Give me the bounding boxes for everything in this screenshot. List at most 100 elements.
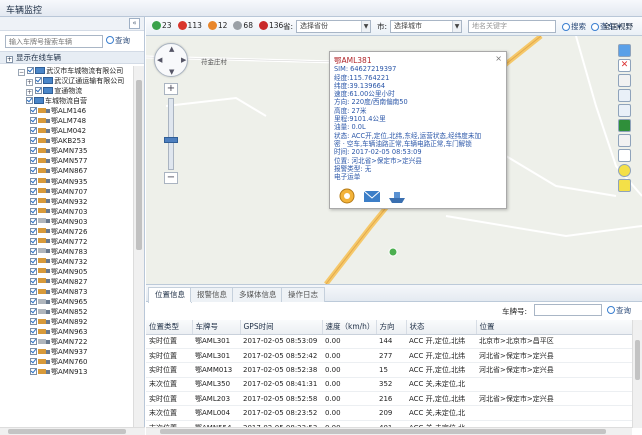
expand-icon[interactable]: + (26, 79, 33, 87)
zoom-out-button[interactable]: − (164, 172, 178, 184)
table-row[interactable]: 实时位置 鄂AMM013 2017-02-05 08:52:38 0.00 15 ACC … (146, 362, 632, 378)
expand-icon[interactable]: − (18, 69, 25, 76)
checkbox[interactable] (30, 207, 37, 215)
zoom-in-button[interactable]: + (164, 83, 178, 95)
tree-org-node[interactable]: − 武汉市车城物流有限公司 (0, 66, 134, 76)
tree-vehicle-node[interactable]: 鄂AMN707 (0, 187, 134, 197)
tree-vehicle-node[interactable]: 鄂AMN892 (0, 317, 134, 327)
checkbox[interactable] (30, 217, 37, 225)
expand-icon[interactable]: + (26, 89, 33, 97)
track-replay-icon[interactable] (338, 188, 356, 204)
tree-vehicle-node[interactable]: 鄂AMN913 (0, 367, 134, 377)
tab-alarm-info[interactable]: 报警信息 (190, 287, 234, 302)
tree-hscrollbar[interactable] (0, 427, 145, 435)
checkbox[interactable] (30, 167, 37, 175)
zoom-out-tool-icon[interactable] (618, 104, 631, 117)
tree-vehicle-node[interactable]: 鄂AMN722 (0, 337, 134, 347)
table-row[interactable]: 实时位置 鄂AML301 2017-02-05 08:52:42 0.00 277 ACC… (146, 348, 632, 364)
vehicle-query-button[interactable]: 查询 (106, 35, 130, 46)
table-row[interactable]: 实时位置 鄂AML203 2017-02-05 08:52:58 0.00 216 ACC… (146, 391, 632, 407)
checkbox[interactable] (30, 368, 37, 376)
tree-vehicle-node[interactable]: 鄂AMN735 (0, 146, 134, 156)
tree-vehicle-node[interactable]: 鄂AMN852 (0, 307, 134, 317)
checkbox[interactable] (30, 107, 37, 115)
plate-query-button[interactable]: 查询 (607, 305, 631, 316)
tree-vehicle-node[interactable]: 鄂AMN905 (0, 267, 134, 277)
tree-vehicle-node[interactable]: 鄂AMN965 (0, 297, 134, 307)
checkbox[interactable] (30, 147, 37, 155)
tree-vehicle-node[interactable]: 鄂AMN963 (0, 327, 134, 337)
map-canvas[interactable]: 苻金庄村 ▲ ▼ ◀ ▶ + − × 鄂AML381 SIM: 646272193… (146, 36, 642, 284)
tree-vehicle-node[interactable]: 鄂AMN827 (0, 277, 134, 287)
tree-vehicle-node[interactable]: 鄂AKB253 (0, 136, 134, 146)
pan-left-icon[interactable]: ◀ (157, 56, 162, 64)
checkbox[interactable] (35, 87, 43, 95)
tree-vehicle-node[interactable]: 鄂AMN935 (0, 177, 134, 187)
column-header[interactable]: 速度（km/h） (322, 320, 377, 335)
ship-icon[interactable] (388, 188, 406, 204)
tree-org-node[interactable]: 车城物流自营 (0, 96, 134, 106)
checkbox[interactable] (30, 187, 37, 195)
pan-control[interactable]: ▲ ▼ ◀ ▶ (154, 43, 188, 77)
plate-filter-input[interactable] (534, 304, 602, 316)
checkbox[interactable] (30, 358, 37, 366)
checkbox[interactable] (30, 328, 37, 336)
checkbox[interactable] (35, 77, 43, 85)
status-count[interactable]: 12 (207, 21, 227, 30)
city-select[interactable]: 选择城市 ▼ (390, 20, 462, 33)
checkbox[interactable] (30, 308, 37, 316)
tree-vehicle-node[interactable]: 鄂ALM748 (0, 116, 134, 126)
scrollbar-thumb[interactable] (635, 340, 640, 380)
map-search-button[interactable]: 搜索 (562, 21, 586, 32)
column-header[interactable]: GPS时间 (240, 320, 323, 335)
table-hscrollbar[interactable] (146, 427, 632, 435)
checkbox[interactable] (30, 267, 37, 275)
tree-vehicle-node[interactable]: 鄂AMN772 (0, 237, 134, 247)
pan-right-icon[interactable]: ▶ (181, 56, 186, 64)
checkbox[interactable] (26, 97, 33, 105)
tree-vehicle-node[interactable]: 鄂ALM146 (0, 106, 134, 116)
checkbox[interactable] (30, 298, 37, 306)
checkbox[interactable] (30, 237, 37, 245)
column-header[interactable]: 车牌号 (192, 320, 241, 335)
scrollbar-thumb[interactable] (160, 429, 606, 434)
status-count[interactable]: 113 (177, 21, 202, 30)
zoom-slider[interactable] (164, 98, 178, 170)
tree-vehicle-node[interactable]: 鄂AMN937 (0, 347, 134, 357)
checkbox[interactable] (30, 177, 37, 185)
checkbox[interactable] (30, 348, 37, 356)
status-count[interactable]: 23 (152, 21, 172, 30)
tree-vehicle-node[interactable]: 鄂AMN932 (0, 197, 134, 207)
place-keyword-input[interactable]: 地名关键字 (468, 20, 556, 33)
refresh-tool-icon[interactable] (618, 119, 631, 132)
fullscreen-button[interactable]: 全国视野 (603, 21, 633, 32)
close-icon[interactable]: × (495, 54, 502, 63)
status-count[interactable]: 68 (233, 21, 253, 30)
pan-down-icon[interactable]: ▼ (169, 68, 174, 76)
column-header[interactable]: 位置 (476, 320, 633, 335)
tab-position-info[interactable]: 位置信息 (148, 287, 192, 303)
checkbox[interactable] (30, 127, 37, 135)
tree-vehicle-node[interactable]: 鄂AMN903 (0, 217, 134, 227)
zoom-slider-handle[interactable] (164, 137, 178, 143)
scrollbar-thumb[interactable] (8, 429, 126, 434)
checkbox[interactable] (30, 137, 37, 145)
checkbox[interactable] (30, 157, 37, 165)
checkbox[interactable] (27, 67, 35, 74)
status-count[interactable]: 136 (258, 21, 283, 30)
print-tool-icon[interactable] (618, 134, 631, 147)
table-scrollbar[interactable] (632, 320, 642, 428)
plate-search-input[interactable] (5, 35, 103, 48)
measure-tool-icon[interactable] (618, 149, 631, 162)
message-icon[interactable] (363, 188, 381, 204)
checkbox[interactable] (30, 257, 37, 265)
edit-tool-icon[interactable] (618, 74, 631, 87)
table-row[interactable]: 实时位置 鄂AML301 2017-02-05 08:53:09 0.00 144 ACC… (146, 334, 632, 349)
tab-media-info[interactable]: 多媒体信息 (232, 287, 284, 302)
checkbox[interactable] (30, 227, 37, 235)
scrollbar-thumb[interactable] (136, 80, 142, 250)
clear-tool-icon[interactable]: ✕ (618, 59, 631, 72)
show-online-toggle[interactable]: + 显示在线车辆 (0, 51, 144, 64)
tree-vehicle-node[interactable]: 鄂AMN726 (0, 227, 134, 237)
tree-vehicle-node[interactable]: 鄂AMN873 (0, 287, 134, 297)
